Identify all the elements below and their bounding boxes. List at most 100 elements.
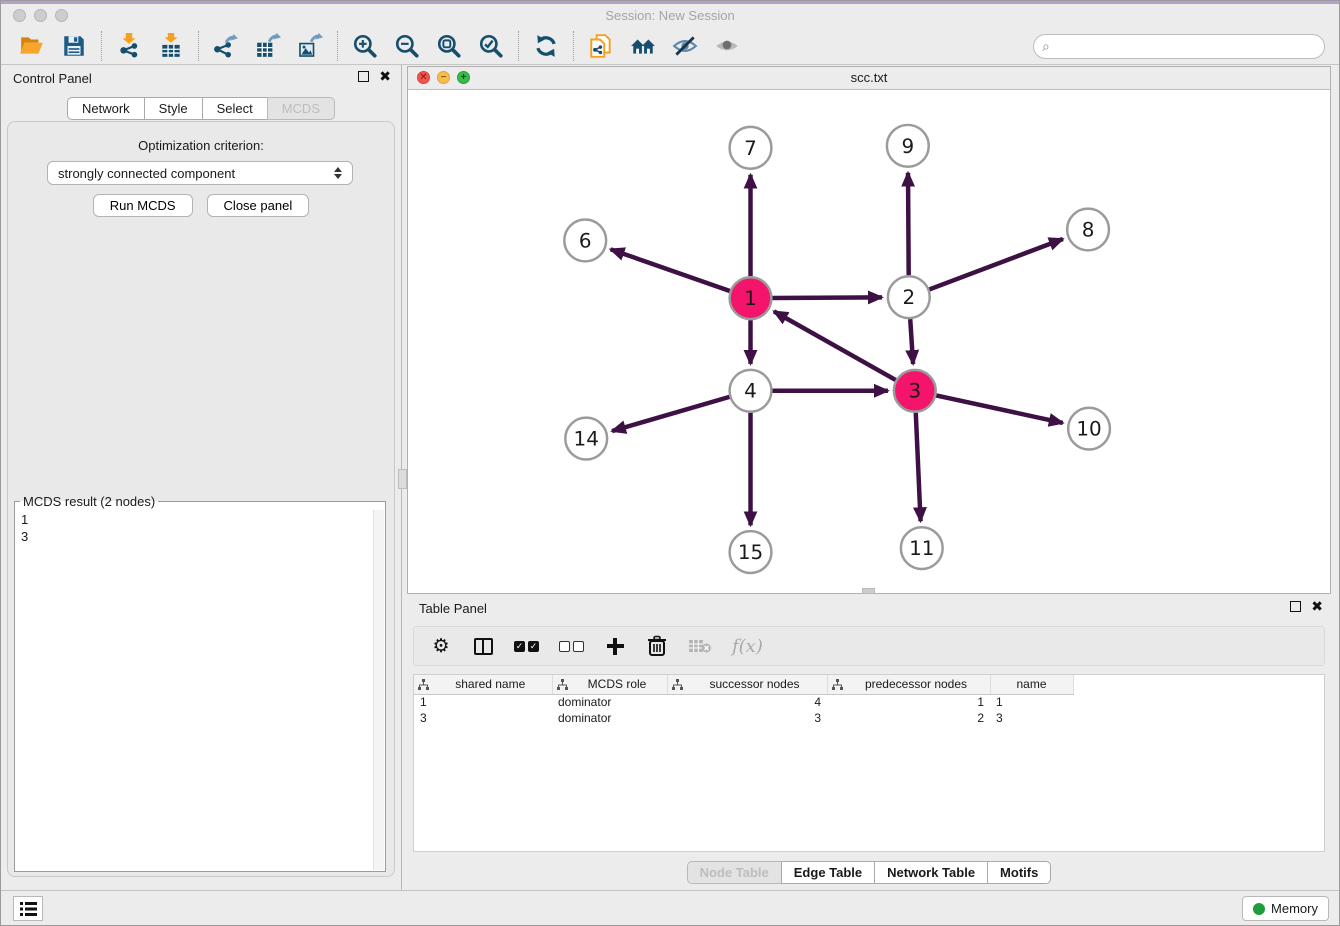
column-layout-icon[interactable] (472, 634, 494, 658)
tab-network-table[interactable]: Network Table (874, 861, 988, 884)
float-table-panel-icon[interactable] (1290, 601, 1301, 612)
import-table-icon[interactable] (150, 31, 192, 61)
deselect-all-rows-icon[interactable] (559, 634, 584, 658)
graph-edge-1-2[interactable] (772, 297, 882, 298)
home-views-icon[interactable] (622, 31, 664, 61)
table-panel: Table Panel ✖ ⚙ ✓✓ f(x) s (407, 598, 1331, 890)
control-panel: Control Panel ✖ Network Style Select MCD… (1, 65, 401, 890)
search-input[interactable] (1055, 39, 1316, 54)
control-panel-tabs: Network Style Select MCDS (1, 97, 401, 120)
select-stepper-icon (334, 167, 342, 179)
delete-table-icon (688, 634, 712, 658)
application-window: Session: New Session (0, 0, 1340, 926)
tab-select[interactable]: Select (202, 97, 268, 120)
memory-label: Memory (1271, 901, 1318, 916)
export-image-icon[interactable] (289, 31, 331, 61)
refresh-view-icon[interactable] (525, 31, 567, 61)
graph-edge-4-14[interactable] (612, 397, 729, 431)
column-header-mcds-role[interactable]: MCDS role (552, 675, 667, 694)
mcds-result-box: MCDS result (2 nodes) 1 3 (14, 494, 386, 872)
graph-node-label: 2 (902, 286, 915, 309)
tab-style[interactable]: Style (144, 97, 203, 120)
add-column-icon[interactable] (604, 634, 626, 658)
window-titlebar: Session: New Session (1, 4, 1339, 27)
mcds-panel-body: Optimization criterion: strongly connect… (7, 121, 395, 877)
network-window-titlebar[interactable]: ✕ − + scc.txt (408, 67, 1330, 90)
graph-node-label: 7 (744, 137, 757, 160)
list-icon (20, 902, 37, 916)
open-session-icon[interactable] (11, 31, 53, 61)
table-row[interactable]: 1dominator411 (414, 694, 1324, 710)
graph-node-label: 14 (574, 428, 599, 451)
import-network-icon[interactable] (108, 31, 150, 61)
delete-column-icon[interactable] (646, 634, 668, 658)
tab-mcds[interactable]: MCDS (267, 97, 335, 120)
zoom-selected-icon[interactable] (470, 31, 512, 61)
tab-node-table[interactable]: Node Table (687, 861, 782, 884)
show-hidden-icon[interactable] (706, 31, 748, 61)
table-row[interactable]: 3dominator323 (414, 710, 1324, 726)
graph-node-label: 8 (1082, 218, 1095, 241)
splitter-handle[interactable] (398, 469, 407, 489)
save-session-icon[interactable] (53, 31, 95, 61)
zoom-in-icon[interactable] (344, 31, 386, 61)
node-table-body: 1dominator4113dominator323 (414, 694, 1324, 726)
status-bar: Memory (1, 890, 1339, 925)
mcds-result-lines: 1 3 (21, 511, 28, 545)
network-view-window: ✕ − + scc.txt 7968124314101511 (407, 66, 1331, 594)
view-resize-handle[interactable] (862, 588, 875, 594)
tab-network[interactable]: Network (67, 97, 145, 120)
mcds-result-legend: MCDS result (2 nodes) (20, 494, 158, 509)
run-mcds-button[interactable]: Run MCDS (93, 194, 193, 217)
hide-selected-icon[interactable] (664, 31, 706, 61)
function-builder-icon: f(x) (732, 634, 763, 658)
column-header-name[interactable]: name (990, 675, 1073, 694)
close-panel-icon[interactable]: ✖ (379, 71, 391, 82)
export-table-icon[interactable] (247, 31, 289, 61)
export-network-icon[interactable] (205, 31, 247, 61)
network-view-title: scc.txt (408, 70, 1330, 85)
task-history-button[interactable] (13, 896, 43, 921)
select-all-rows-icon[interactable]: ✓✓ (514, 634, 539, 658)
graph-node-label: 4 (744, 380, 757, 403)
column-header-successor-nodes[interactable]: successor nodes (667, 675, 827, 694)
toolbar-separator (337, 31, 338, 61)
optimization-criterion-label: Optimization criterion: (8, 138, 394, 153)
column-header-predecessor-nodes[interactable]: predecessor nodes (827, 675, 990, 694)
duplicate-network-icon[interactable] (580, 31, 622, 61)
graph-node-label: 9 (901, 135, 914, 158)
close-table-panel-icon[interactable]: ✖ (1311, 601, 1323, 612)
graph-node-label: 15 (738, 541, 763, 564)
column-header-filler (1073, 675, 1324, 694)
control-panel-title: Control Panel (13, 71, 92, 86)
graph-edge-3-1[interactable] (774, 311, 896, 380)
graph-edge-3-10[interactable] (936, 395, 1063, 422)
table-header-row: shared name MCDS role successor nodes pr… (414, 675, 1324, 694)
graph-node-label: 10 (1076, 418, 1101, 441)
graph-node-label: 6 (579, 229, 592, 252)
zoom-fit-icon[interactable] (428, 31, 470, 61)
close-panel-button[interactable]: Close panel (207, 194, 310, 217)
graph-edge-1-6[interactable] (611, 249, 730, 291)
table-tabs: Node Table Edge Table Network Table Moti… (407, 861, 1331, 884)
zoom-out-icon[interactable] (386, 31, 428, 61)
graph-edge-2-9[interactable] (908, 173, 909, 276)
graph-edge-2-8[interactable] (929, 239, 1063, 289)
table-toolbar: ⚙ ✓✓ f(x) (413, 626, 1325, 666)
search-field[interactable]: ⌕ (1033, 34, 1325, 59)
tab-motifs[interactable]: Motifs (987, 861, 1051, 884)
column-header-shared-name[interactable]: shared name (414, 675, 552, 694)
tab-edge-table[interactable]: Edge Table (781, 861, 875, 884)
graph-node-label: 11 (909, 537, 934, 560)
graph-edge-2-3[interactable] (910, 319, 913, 364)
result-scrollbar[interactable] (373, 510, 384, 870)
memory-button[interactable]: Memory (1242, 896, 1329, 921)
graph-edge-3-11[interactable] (916, 413, 921, 522)
criterion-select[interactable]: strongly connected component (47, 161, 353, 185)
toolbar-separator (573, 31, 574, 61)
criterion-value: strongly connected component (58, 166, 235, 181)
table-panel-title: Table Panel (419, 601, 487, 616)
settings-gear-icon[interactable]: ⚙ (430, 634, 452, 658)
network-canvas[interactable]: 7968124314101511 (408, 90, 1330, 593)
float-panel-icon[interactable] (358, 71, 369, 82)
